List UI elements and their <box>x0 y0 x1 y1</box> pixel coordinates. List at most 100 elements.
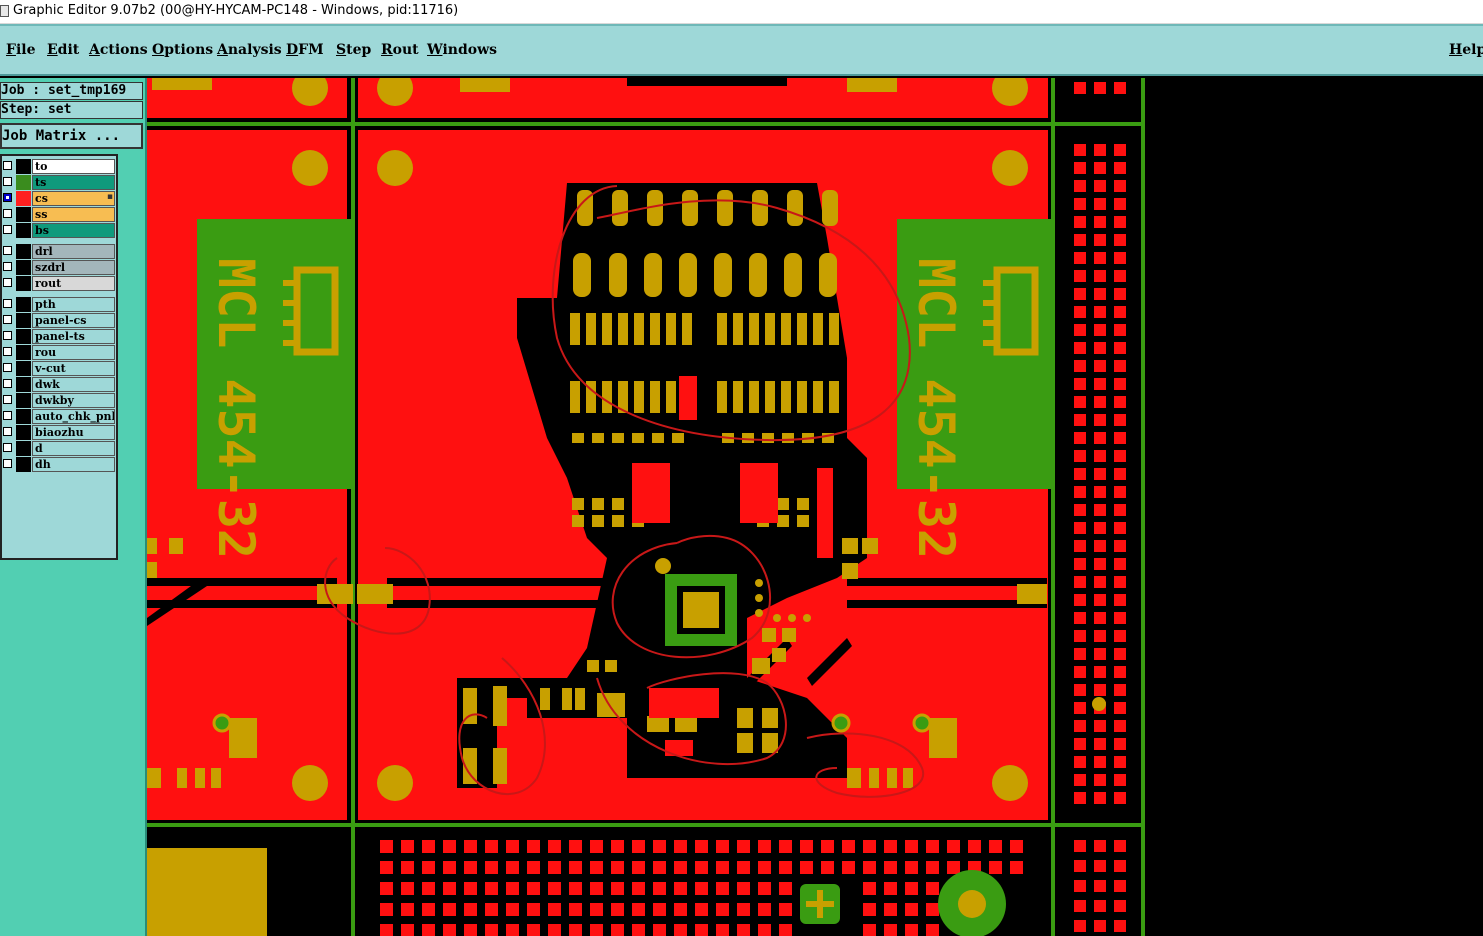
layer-color-swatch[interactable] <box>16 345 31 360</box>
layer-checkbox[interactable] <box>3 315 12 324</box>
layer-checkbox[interactable] <box>3 411 12 420</box>
menu-rout[interactable]: Rout <box>381 42 419 58</box>
layer-color-swatch[interactable] <box>16 191 31 206</box>
layer-checkbox[interactable] <box>3 161 12 170</box>
layer-checkbox[interactable] <box>3 427 12 436</box>
layer-checkbox[interactable] <box>3 278 12 287</box>
layer-checkbox[interactable] <box>3 443 12 452</box>
layer-checkbox[interactable] <box>3 225 12 234</box>
grid-pad <box>1010 861 1023 874</box>
layer-name[interactable]: panel-cs <box>32 313 115 328</box>
layer-color-swatch[interactable] <box>16 393 31 408</box>
menu-actions[interactable]: Actions <box>89 42 148 58</box>
grid-pad <box>548 903 561 916</box>
layer-color-swatch[interactable] <box>16 244 31 259</box>
layer-name[interactable]: drl <box>32 244 115 259</box>
layer-row-d[interactable]: d <box>2 441 116 456</box>
grid-pad <box>716 882 729 895</box>
menu-options[interactable]: Options <box>152 42 213 58</box>
layer-color-swatch[interactable] <box>16 207 31 222</box>
menu-windows[interactable]: Windows <box>427 42 497 58</box>
pcb-view[interactable]: MCL 454-32 MCL 454-32 <box>147 78 1483 936</box>
layer-name[interactable]: cs <box>32 191 115 206</box>
menu-dfm[interactable]: DFM <box>286 42 324 58</box>
layer-name[interactable]: biaozhu <box>32 425 115 440</box>
grid-pad <box>758 882 771 895</box>
job-matrix-button[interactable]: Job Matrix ... <box>0 123 143 149</box>
layer-color-swatch[interactable] <box>16 297 31 312</box>
layer-checkbox[interactable] <box>3 395 12 404</box>
layer-name[interactable]: panel-ts <box>32 329 115 344</box>
layer-name[interactable]: to <box>32 159 115 174</box>
grid-pad <box>611 840 624 853</box>
grid-pad <box>380 882 393 895</box>
layer-color-swatch[interactable] <box>16 175 31 190</box>
layer-color-swatch[interactable] <box>16 441 31 456</box>
layer-color-swatch[interactable] <box>16 329 31 344</box>
layer-color-swatch[interactable] <box>16 276 31 291</box>
layer-checkbox[interactable] <box>3 459 12 468</box>
layer-name[interactable]: ss <box>32 207 115 222</box>
layer-color-swatch[interactable] <box>16 425 31 440</box>
layer-color-swatch[interactable] <box>16 159 31 174</box>
layer-color-swatch[interactable] <box>16 361 31 376</box>
menu-file[interactable]: File <box>6 42 36 58</box>
layer-row-szdrl[interactable]: szdrl <box>2 260 116 275</box>
layer-checkbox[interactable] <box>3 246 12 255</box>
layer-row-rout[interactable]: rout <box>2 276 116 291</box>
layer-row-dwk[interactable]: dwk <box>2 377 116 392</box>
layer-name[interactable]: pth <box>32 297 115 312</box>
layer-name[interactable]: rou <box>32 345 115 360</box>
layer-name[interactable]: v-cut <box>32 361 115 376</box>
grid-pad <box>1094 82 1106 94</box>
layer-row-panel-ts[interactable]: panel-ts <box>2 329 116 344</box>
grid-pad <box>632 882 645 895</box>
layer-name[interactable]: auto_chk_pnl <box>32 409 115 424</box>
layer-name[interactable]: dwk <box>32 377 115 392</box>
layer-checkbox[interactable] <box>3 331 12 340</box>
menu-analysis[interactable]: Analysis <box>217 42 282 58</box>
layer-name[interactable]: d <box>32 441 115 456</box>
layer-checkbox[interactable] <box>3 379 12 388</box>
layer-name[interactable]: dwkby <box>32 393 115 408</box>
layer-checkbox[interactable] <box>3 209 12 218</box>
layer-row-to[interactable]: to <box>2 159 116 174</box>
layer-row-biaozhu[interactable]: biaozhu <box>2 425 116 440</box>
layer-row-dh[interactable]: dh <box>2 457 116 472</box>
graphics-canvas[interactable]: MCL 454-32 MCL 454-32 <box>147 78 1483 936</box>
layer-row-panel-cs[interactable]: panel-cs <box>2 313 116 328</box>
layer-checkbox[interactable] <box>3 262 12 271</box>
layer-checkbox[interactable] <box>3 363 12 372</box>
grid-pad <box>1074 396 1086 408</box>
layer-row-pth[interactable]: pth <box>2 297 116 312</box>
layer-checkbox[interactable] <box>3 299 12 308</box>
layer-row-dwkby[interactable]: dwkby <box>2 393 116 408</box>
menu-step[interactable]: Step <box>336 42 371 58</box>
grid-pad <box>1094 450 1106 462</box>
layer-checkbox[interactable] <box>3 347 12 356</box>
layer-row-rou[interactable]: rou <box>2 345 116 360</box>
layer-name[interactable]: rout <box>32 276 115 291</box>
layer-color-swatch[interactable] <box>16 377 31 392</box>
layer-color-swatch[interactable] <box>16 223 31 238</box>
menu-help[interactable]: Help <box>1449 42 1483 58</box>
layer-color-swatch[interactable] <box>16 457 31 472</box>
layer-name[interactable]: szdrl <box>32 260 115 275</box>
layer-row-v-cut[interactable]: v-cut <box>2 361 116 376</box>
layer-color-swatch[interactable] <box>16 409 31 424</box>
layer-row-ss[interactable]: ss <box>2 207 116 222</box>
layer-name[interactable]: dh <box>32 457 115 472</box>
layer-row-drl[interactable]: drl <box>2 244 116 259</box>
layer-checkbox[interactable] <box>3 193 12 202</box>
layer-color-swatch[interactable] <box>16 260 31 275</box>
layer-checkbox[interactable] <box>3 177 12 186</box>
layer-color-swatch[interactable] <box>16 313 31 328</box>
layer-row-bs[interactable]: bs <box>2 223 116 238</box>
layer-row-auto_chk_pnl[interactable]: auto_chk_pnl <box>2 409 116 424</box>
menu-edit[interactable]: Edit <box>47 42 79 58</box>
layer-name[interactable]: bs <box>32 223 115 238</box>
layer-name[interactable]: ts <box>32 175 115 190</box>
grid-pad <box>1094 198 1106 210</box>
layer-row-ts[interactable]: ts <box>2 175 116 190</box>
layer-row-cs[interactable]: cs <box>2 191 116 206</box>
